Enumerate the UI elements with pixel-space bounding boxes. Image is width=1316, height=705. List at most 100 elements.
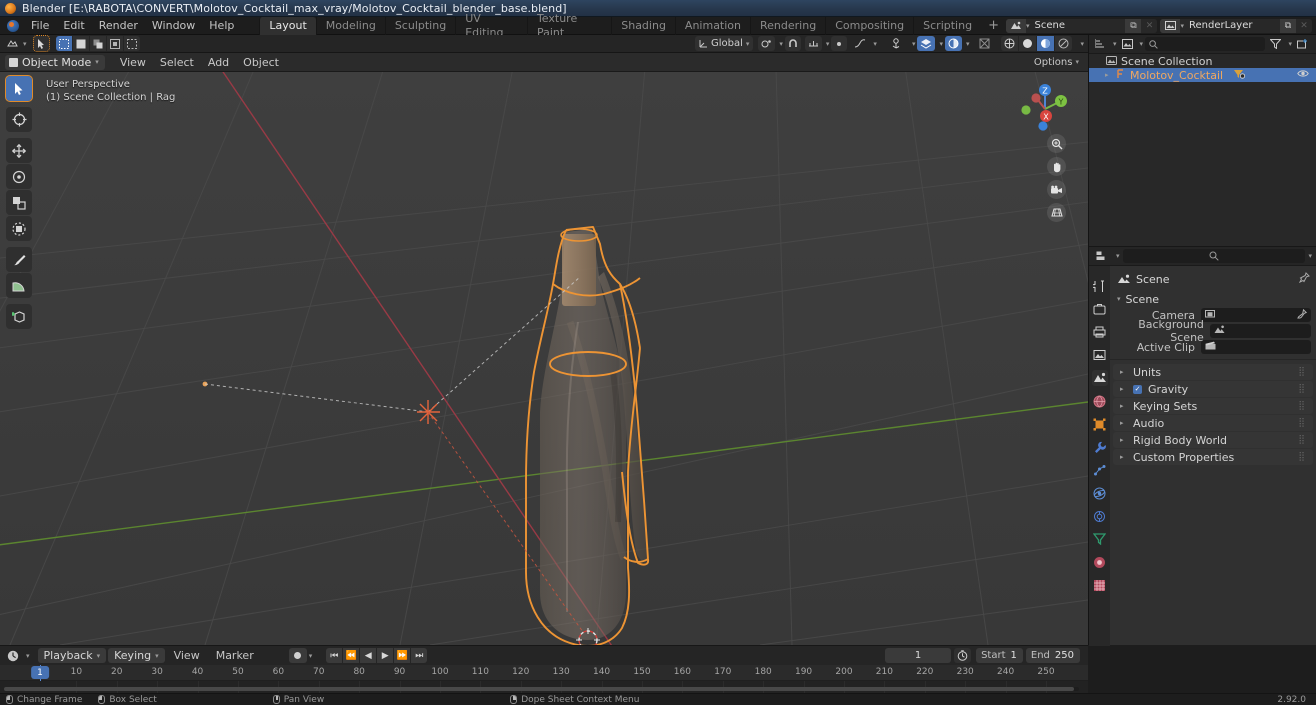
- lasso-select-icon[interactable]: [106, 36, 123, 51]
- delete-view-layer-button[interactable]: ✕: [1296, 18, 1312, 33]
- mesh-data-icon[interactable]: [1233, 69, 1246, 82]
- material-tab[interactable]: [1092, 554, 1108, 570]
- play-button[interactable]: ▶: [377, 648, 394, 663]
- pin-id-icon[interactable]: [1298, 272, 1310, 286]
- solid-shading-icon[interactable]: [1001, 36, 1019, 51]
- navigation-gizmo[interactable]: Z Y X: [1016, 80, 1074, 138]
- magnet-icon[interactable]: [784, 36, 801, 51]
- viewport-menu-object[interactable]: Object: [236, 55, 286, 70]
- frame-end-field[interactable]: End 250: [1025, 648, 1080, 663]
- outliner-row-scene-collection[interactable]: Scene Collection: [1089, 54, 1316, 68]
- menu-render[interactable]: Render: [92, 17, 145, 34]
- timeline-horizontal-scrollbar[interactable]: [4, 687, 1079, 691]
- visibility-eye-icon[interactable]: [1297, 69, 1309, 81]
- rendered-shading-icon[interactable]: [1055, 36, 1073, 51]
- workspace-tab-texture-paint[interactable]: Texture Paint: [526, 12, 611, 39]
- camera-field[interactable]: [1201, 308, 1311, 322]
- toggle-xray-icon[interactable]: [944, 36, 962, 51]
- render-tab[interactable]: [1092, 301, 1108, 317]
- annotate-tool-button[interactable]: [6, 247, 32, 272]
- viewport-menu-view[interactable]: View: [113, 55, 153, 70]
- tool-tab[interactable]: [1092, 278, 1108, 294]
- add-cube-tool-button[interactable]: [6, 304, 32, 329]
- scene-selector[interactable]: ▾ Scene ⧉ ✕: [1005, 18, 1158, 33]
- workspace-tab-animation[interactable]: Animation: [674, 16, 750, 35]
- material-preview-icon[interactable]: [1037, 36, 1055, 51]
- mode-selector[interactable]: Object Mode ▾: [5, 54, 105, 70]
- viewport-menu-add[interactable]: Add: [201, 55, 236, 70]
- modifier-tab[interactable]: [1092, 439, 1108, 455]
- section-custom-properties[interactable]: ▸ Custom Properties ⣿: [1113, 449, 1313, 465]
- falloff-curve-icon[interactable]: [851, 36, 869, 51]
- workspace-tab-compositing[interactable]: Compositing: [825, 16, 913, 35]
- snap-increment-icon[interactable]: [804, 36, 822, 51]
- gravity-checkbox[interactable]: ✓: [1133, 384, 1142, 394]
- view-layer-selector[interactable]: ▾ RenderLayer ⧉ ✕: [1160, 18, 1312, 33]
- timeline-playhead-label[interactable]: 1: [31, 666, 49, 679]
- outliner-display-mode-icon[interactable]: [1119, 37, 1136, 52]
- object-tab[interactable]: [1092, 416, 1108, 432]
- drag-grip-icon[interactable]: ⣿: [1298, 452, 1306, 462]
- auto-keyframe-caret-icon[interactable]: ▾: [309, 652, 313, 660]
- workspace-tab-layout[interactable]: Layout: [259, 16, 316, 35]
- jump-to-prev-keyframe-button[interactable]: ⏪: [343, 648, 360, 663]
- use-preview-range-icon[interactable]: [954, 648, 972, 663]
- outliner-search-input[interactable]: [1145, 37, 1266, 51]
- drag-grip-icon[interactable]: ⣿: [1298, 401, 1306, 411]
- section-rigid-body-world[interactable]: ▸ Rigid Body World ⣿: [1113, 432, 1313, 448]
- scene-name-value[interactable]: Scene: [1029, 20, 1125, 31]
- cursor-tool-button[interactable]: [6, 107, 32, 132]
- drag-grip-icon[interactable]: ⣿: [1298, 435, 1306, 445]
- tweak-select-icon[interactable]: [55, 36, 72, 51]
- outliner-row-molotov-cocktail[interactable]: ▸ Molotov_Cocktail: [1089, 68, 1316, 82]
- workspace-tab-scripting[interactable]: Scripting: [913, 16, 981, 35]
- tweak-tool-button[interactable]: [5, 75, 33, 102]
- show-overlays-icon[interactable]: [917, 36, 936, 51]
- blender-menu-icon[interactable]: [4, 18, 21, 34]
- viewport-options-button[interactable]: Options ▾: [1030, 57, 1083, 68]
- current-frame-field[interactable]: 1: [885, 648, 952, 663]
- timeline-menu-view[interactable]: View: [167, 648, 207, 663]
- scale-tool-button[interactable]: [6, 190, 32, 215]
- box-select-icon[interactable]: [72, 36, 89, 51]
- new-scene-button[interactable]: ⧉: [1125, 18, 1142, 33]
- timeline-editor-icon[interactable]: [4, 648, 22, 663]
- active-clip-field[interactable]: [1201, 340, 1311, 354]
- camera-eyedropper-icon[interactable]: [1297, 308, 1308, 322]
- workspace-tab-modeling[interactable]: Modeling: [315, 16, 385, 35]
- menu-help[interactable]: Help: [202, 17, 241, 34]
- scene-panel-header[interactable]: ▾ Scene: [1110, 291, 1316, 307]
- delete-scene-button[interactable]: ✕: [1141, 18, 1158, 33]
- section-keying-sets[interactable]: ▸ Keying Sets ⣿: [1113, 398, 1313, 414]
- new-view-layer-button[interactable]: ⧉: [1280, 18, 1296, 33]
- menu-window[interactable]: Window: [145, 17, 202, 34]
- drag-grip-icon[interactable]: ⣿: [1298, 418, 1306, 428]
- measure-tool-button[interactable]: [6, 273, 32, 298]
- menu-file[interactable]: File: [24, 17, 56, 34]
- properties-search-input[interactable]: [1122, 249, 1306, 263]
- new-collection-icon[interactable]: [1294, 37, 1311, 52]
- zoom-view-icon[interactable]: [1047, 134, 1066, 153]
- jump-to-next-keyframe-button[interactable]: ⏩: [394, 648, 411, 663]
- view-layer-tab[interactable]: [1092, 347, 1108, 363]
- properties-editor-icon[interactable]: [1093, 249, 1111, 264]
- transform-tool-button[interactable]: [6, 216, 32, 241]
- pan-view-icon[interactable]: [1047, 157, 1066, 176]
- object-data-tab[interactable]: [1092, 531, 1108, 547]
- move-tool-button[interactable]: [6, 138, 32, 163]
- workspace-tab-sculpting[interactable]: Sculpting: [384, 16, 455, 35]
- drag-grip-icon[interactable]: ⣿: [1298, 384, 1306, 394]
- properties-options-caret-icon[interactable]: ▾: [1308, 252, 1312, 260]
- rotate-tool-button[interactable]: [6, 164, 32, 189]
- proportional-edit-icon[interactable]: [831, 36, 848, 51]
- auto-keyframe-button[interactable]: [288, 648, 307, 663]
- object-expander-icon[interactable]: ▸: [1105, 71, 1112, 79]
- editor-type-icon[interactable]: [4, 36, 21, 51]
- menu-edit[interactable]: Edit: [56, 17, 91, 34]
- output-tab[interactable]: [1092, 324, 1108, 340]
- pivot-point-icon[interactable]: [758, 36, 776, 51]
- timeline-ruler[interactable]: 10 20 30 40 50 60 70 80 90 100 110 120 130 140 150 160 1…: [0, 665, 1088, 693]
- viewport-menu-select[interactable]: Select: [153, 55, 201, 70]
- background-scene-field[interactable]: [1209, 324, 1311, 338]
- outliner-editor-type-icon[interactable]: [1092, 37, 1109, 52]
